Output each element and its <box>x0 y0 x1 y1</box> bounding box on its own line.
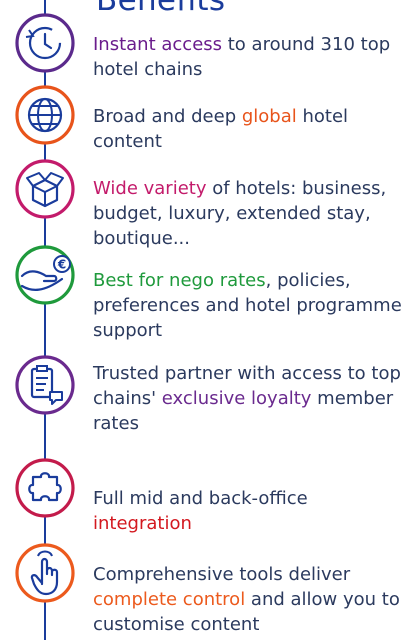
benefit-text: Full mid and back-office <box>93 488 308 509</box>
benefit-highlight: exclusive loyalty <box>161 388 312 409</box>
puzzle-icon <box>15 458 75 518</box>
benefit-highlight: complete control <box>93 589 246 610</box>
benefit-item-control: Comprehensive tools deliver complete con… <box>93 562 403 637</box>
benefit-item-integration: Full mid and back-office integration <box>93 486 403 536</box>
svg-text:€: € <box>57 258 66 272</box>
benefit-highlight: Instant access <box>93 34 223 55</box>
icon-column: € <box>15 0 75 640</box>
benefit-item-nego-rates: Best for nego rates, policies, preferenc… <box>93 268 403 343</box>
benefit-text: Comprehensive tools deliver <box>93 564 351 585</box>
euro-hand-icon: € <box>15 245 75 305</box>
benefit-text: Broad and deep <box>93 106 242 127</box>
benefit-highlight: Best for nego rates <box>93 270 266 291</box>
benefit-item-global: Broad and deep global hotel content <box>93 104 403 154</box>
hand-pointer-icon <box>15 543 75 603</box>
benefit-highlight: Wide variety <box>93 178 207 199</box>
benefit-highlight: global <box>241 106 297 127</box>
benefit-item-variety: Wide variety of hotels: business, budget… <box>93 176 403 251</box>
page-title: Benefits <box>96 0 226 18</box>
globe-icon <box>15 85 75 145</box>
benefit-item-loyalty: Trusted partner with access to top chain… <box>93 361 403 436</box>
box-icon <box>15 159 75 219</box>
clock-icon <box>15 13 75 73</box>
clipboard-chat-icon <box>15 355 75 415</box>
benefit-item-access: Instant access to around 310 top hotel c… <box>93 32 403 82</box>
benefit-highlight: integration <box>93 513 192 534</box>
